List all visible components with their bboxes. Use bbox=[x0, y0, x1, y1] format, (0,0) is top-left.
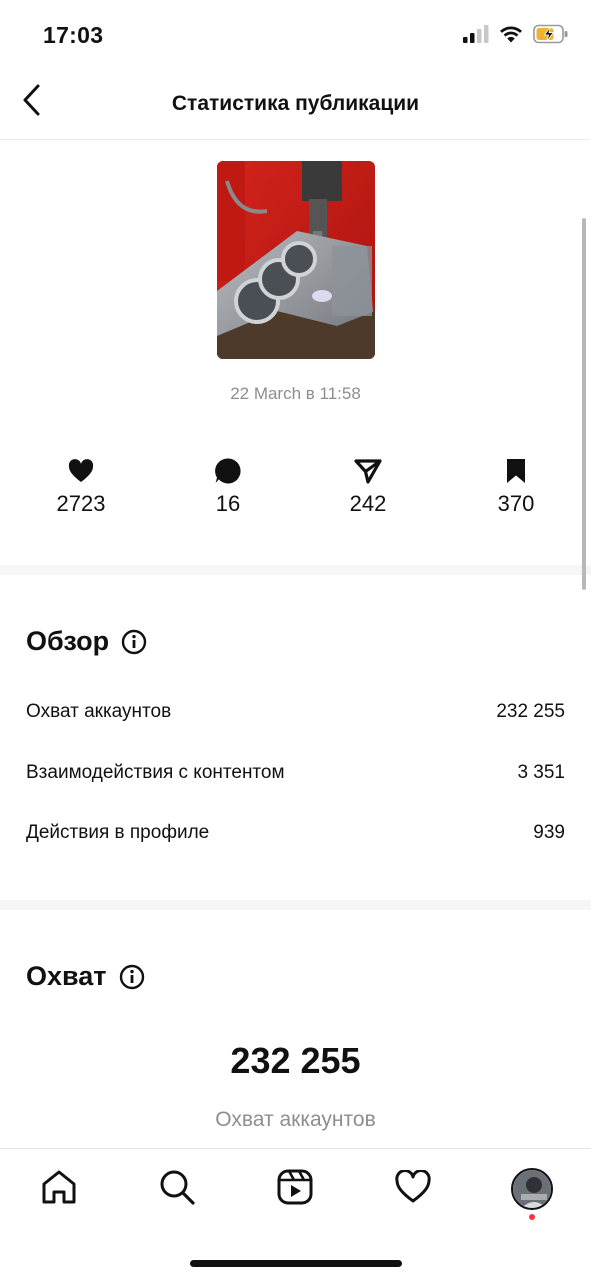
overview-row-label: Взаимодействия с контентом bbox=[26, 762, 285, 783]
home-icon bbox=[40, 1169, 78, 1210]
bookmark-icon bbox=[456, 455, 576, 487]
comments-count: 16 bbox=[215, 491, 241, 516]
overview-row-value: 232 255 bbox=[496, 701, 565, 722]
engagement-metrics: 2723 16 242 370 bbox=[0, 455, 591, 525]
overview-row-label: Охват аккаунтов bbox=[26, 701, 172, 722]
reach-total: 232 255 bbox=[230, 1040, 361, 1081]
comments-metric: 16 bbox=[168, 455, 288, 517]
overview-row-value: 3 351 bbox=[517, 762, 565, 783]
scrollbar[interactable] bbox=[582, 218, 586, 590]
nav-reels[interactable] bbox=[270, 1167, 320, 1211]
heart-icon bbox=[21, 455, 141, 487]
info-icon[interactable] bbox=[121, 629, 147, 655]
home-indicator bbox=[190, 1260, 402, 1267]
status-bar: 17:03 bbox=[0, 0, 591, 70]
status-time: 17:03 bbox=[43, 22, 104, 48]
overview-row-value: 939 bbox=[533, 822, 565, 843]
overview-row-label: Действия в профиле bbox=[26, 822, 210, 843]
overview-title: Обзор bbox=[26, 626, 147, 657]
nav-home[interactable] bbox=[34, 1167, 84, 1211]
status-icons bbox=[463, 24, 569, 49]
nav-profile[interactable] bbox=[507, 1167, 557, 1211]
overview-row-reach: Охват аккаунтов 232 255 bbox=[26, 697, 565, 727]
nav-search[interactable] bbox=[152, 1167, 202, 1211]
post-thumbnail[interactable] bbox=[217, 161, 375, 359]
likes-count: 2723 bbox=[56, 491, 106, 516]
shares-count: 242 bbox=[349, 491, 387, 516]
likes-metric: 2723 bbox=[21, 455, 141, 517]
page-title: Статистика публикации bbox=[171, 92, 420, 115]
section-divider bbox=[0, 900, 591, 910]
saves-metric: 370 bbox=[456, 455, 576, 517]
profile-avatar bbox=[511, 1168, 553, 1210]
reach-label: Охват аккаунтов bbox=[215, 1108, 376, 1131]
section-divider bbox=[0, 565, 591, 575]
nav-activity[interactable] bbox=[388, 1167, 438, 1211]
overview-row-profile-actions[interactable]: Действия в профиле 939 bbox=[26, 818, 565, 848]
cellular-signal-icon bbox=[463, 25, 489, 48]
reach-title: Охват bbox=[26, 961, 145, 992]
battery-charging-icon bbox=[533, 24, 569, 49]
info-icon[interactable] bbox=[119, 964, 145, 990]
overview-heading: Обзор bbox=[26, 626, 110, 656]
post-date: 22 March в 11:58 bbox=[230, 384, 361, 403]
search-icon bbox=[158, 1168, 196, 1211]
activity-heart-icon bbox=[394, 1168, 432, 1209]
shares-metric: 242 bbox=[308, 455, 428, 517]
overview-row-interactions[interactable]: Взаимодействия с контентом 3 351 bbox=[26, 758, 565, 788]
saves-count: 370 bbox=[497, 491, 535, 516]
reach-heading: Охват bbox=[26, 961, 107, 991]
notification-dot bbox=[529, 1214, 535, 1220]
header: Статистика публикации bbox=[0, 70, 591, 140]
reels-icon bbox=[276, 1168, 314, 1211]
wifi-icon bbox=[499, 25, 523, 48]
share-icon bbox=[308, 455, 428, 487]
comment-icon bbox=[168, 455, 288, 487]
